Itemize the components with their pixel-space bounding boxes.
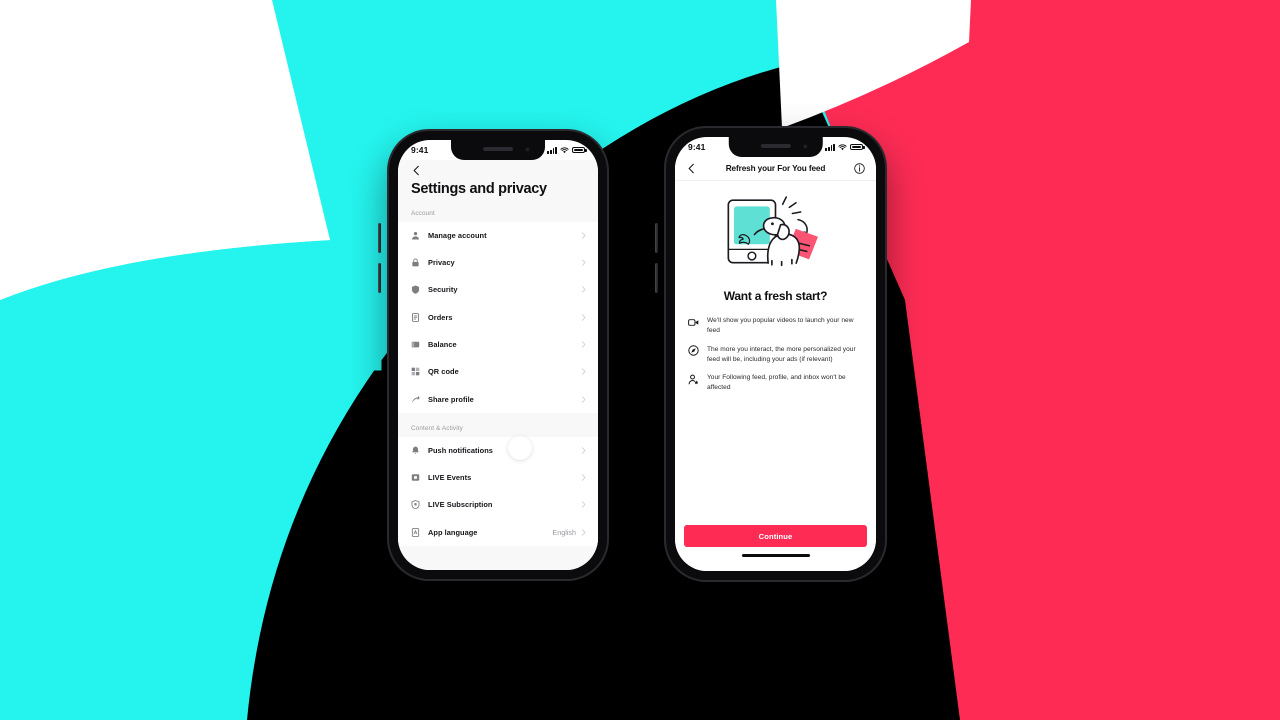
language-icon — [411, 527, 420, 537]
chevron-right-icon — [581, 286, 586, 294]
phone-right-status-bar: 9:41 — [675, 137, 876, 157]
bullet-item: Your Following feed, profile, and inbox … — [688, 373, 862, 393]
live-events-icon — [411, 474, 420, 481]
qr-code-icon — [411, 367, 420, 376]
phone-left-status-bar: 9:41 — [398, 140, 598, 160]
battery-icon — [850, 143, 865, 151]
status-icons — [547, 146, 587, 154]
cellular-signal-icon — [825, 143, 835, 151]
settings-row-label: Orders — [428, 312, 453, 322]
bullet-item: The more you interact, the more personal… — [688, 345, 862, 365]
navbar-title: Refresh your For You feed — [725, 164, 826, 173]
refresh-feed-content: Want a fresh start? We'll show you popul… — [675, 181, 876, 525]
chevron-left-icon — [413, 165, 419, 176]
refresh-feed-bullet-list: We'll show you popular videos to launch … — [675, 303, 876, 393]
refresh-feed-navbar: Refresh your For You feed — [675, 157, 876, 181]
wifi-icon — [560, 146, 569, 153]
settings-back-button[interactable] — [398, 160, 598, 176]
settings-screen: Settings and privacy Account Manage acco… — [398, 160, 598, 570]
settings-card-content-activity: Push notifications LIVE Events LIVE Subs… — [398, 436, 598, 546]
settings-row-push-notifications[interactable]: Push notifications — [398, 437, 598, 464]
settings-row-share-profile[interactable]: Share profile — [398, 385, 598, 412]
person-icon — [412, 231, 419, 240]
status-icons — [825, 143, 865, 151]
phone-left-volume-button[interactable] — [378, 223, 381, 253]
chevron-right-icon — [581, 232, 586, 239]
background-shapes — [0, 0, 1280, 720]
bell-icon — [412, 446, 419, 454]
settings-card-account: Manage account Privacy Security Orders B… — [398, 221, 598, 413]
status-time: 9:41 — [411, 145, 429, 155]
page-title: Settings and privacy — [411, 181, 547, 197]
settings-row-balance[interactable]: Balance — [398, 331, 598, 358]
phone-right-volume-button[interactable] — [655, 223, 658, 253]
bullet-text: Your Following feed, profile, and inbox … — [707, 374, 846, 392]
section-heading-content-activity: Content & Activity — [411, 424, 463, 432]
settings-row-privacy[interactable]: Privacy — [398, 249, 598, 276]
chevron-right-icon — [581, 341, 586, 348]
settings-row-qr-code[interactable]: QR code — [398, 358, 598, 385]
chevron-right-icon — [581, 529, 586, 536]
phone-left-power-button[interactable] — [378, 263, 381, 293]
home-indicator — [741, 554, 810, 557]
settings-row-label: Privacy — [428, 258, 455, 268]
settings-row-manage-account[interactable]: Manage account — [398, 222, 598, 249]
video-camera-icon — [688, 318, 699, 326]
share-arrow-icon — [411, 395, 420, 403]
chevron-right-icon — [581, 395, 586, 403]
settings-row-label: Security — [428, 285, 458, 295]
wifi-icon — [838, 143, 847, 150]
phone-right-device: 9:41 Refresh your For You feed Want a fr… — [655, 125, 888, 583]
lock-icon — [412, 258, 419, 267]
compass-target-icon — [688, 345, 699, 356]
settings-row-label: Manage account — [428, 230, 487, 240]
chevron-right-icon — [581, 368, 586, 376]
info-circle-icon[interactable] — [854, 163, 865, 174]
settings-row-value: English — [552, 527, 576, 537]
continue-button[interactable]: Continue — [684, 525, 867, 547]
live-subscription-icon — [411, 500, 420, 510]
refresh-feed-screen: Refresh your For You feed Want a fresh s… — [675, 157, 876, 571]
settings-row-label: Balance — [428, 340, 457, 349]
screenshot-root: 9:41 Settings and privacy Account Manage… — [0, 0, 1280, 720]
settings-row-label: LIVE Subscription — [428, 500, 493, 510]
cellular-signal-icon — [547, 146, 557, 154]
phone-right-screen: 9:41 Refresh your For You feed Want a fr… — [675, 137, 876, 571]
settings-row-live-events[interactable]: LIVE Events — [398, 464, 598, 491]
wallet-icon — [411, 341, 420, 348]
chevron-left-icon[interactable] — [686, 163, 697, 174]
phone-right-power-button[interactable] — [655, 263, 658, 293]
section-heading-account: Account — [411, 209, 435, 217]
settings-row-security[interactable]: Security — [398, 276, 598, 303]
bullet-text: The more you interact, the more personal… — [707, 345, 856, 363]
background-artwork — [0, 0, 1280, 720]
receipt-icon — [412, 312, 419, 322]
settings-row-orders[interactable]: Orders — [398, 304, 598, 331]
settings-row-label: LIVE Events — [428, 473, 472, 483]
settings-row-live-subscription[interactable]: LIVE Subscription — [398, 491, 598, 518]
refresh-feed-heading: Want a fresh start? — [723, 289, 828, 303]
shield-icon — [411, 285, 420, 295]
dog-cleaning-phone-illustration — [727, 196, 818, 267]
chevron-right-icon — [581, 259, 586, 266]
chevron-right-icon — [581, 447, 586, 454]
chevron-right-icon — [581, 501, 586, 509]
settings-row-label: Push notifications — [428, 445, 493, 455]
status-time: 9:41 — [688, 142, 706, 152]
phone-left-device: 9:41 Settings and privacy Account Manage… — [378, 128, 610, 582]
bullet-text: We'll show you popular videos to launch … — [707, 317, 854, 335]
battery-icon — [572, 146, 587, 154]
settings-row-label: App language — [428, 527, 478, 537]
phone-left-screen: 9:41 Settings and privacy Account Manage… — [398, 140, 598, 570]
person-star-icon — [688, 374, 699, 384]
settings-row-label: QR code — [428, 367, 459, 377]
chevron-right-icon — [581, 313, 586, 321]
chevron-right-icon — [581, 474, 586, 481]
bullet-item: We'll show you popular videos to launch … — [688, 316, 862, 336]
tap-indicator — [508, 436, 532, 460]
settings-row-app-language[interactable]: App language English — [398, 519, 598, 546]
settings-row-label: Share profile — [428, 394, 474, 404]
refresh-feed-footer: Continue — [675, 525, 876, 571]
